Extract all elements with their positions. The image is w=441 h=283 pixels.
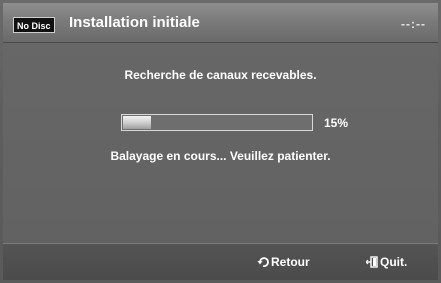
back-button[interactable]: Retour bbox=[257, 255, 310, 269]
exit-label: Quit. bbox=[380, 255, 408, 269]
page-title: Installation initiale bbox=[69, 14, 200, 31]
main-panel: Recherche de canaux recevables. 15% Bala… bbox=[3, 43, 438, 243]
progress-percent: 15% bbox=[324, 116, 349, 130]
progress-bar bbox=[121, 114, 313, 131]
tv-screen: No Disc Installation initiale --:-- Rech… bbox=[0, 0, 441, 283]
exit-button[interactable]: Quit. bbox=[366, 255, 407, 269]
progress-fill bbox=[123, 116, 151, 129]
status-message: Balayage en cours... Veuillez patienter. bbox=[110, 149, 331, 163]
source-badge: No Disc bbox=[13, 17, 55, 33]
return-icon bbox=[257, 256, 269, 268]
search-message: Recherche de canaux recevables. bbox=[124, 68, 317, 82]
back-label: Retour bbox=[271, 255, 310, 269]
exit-icon bbox=[366, 256, 378, 268]
footer-bar: Retour Quit. bbox=[3, 243, 438, 280]
title-bar: No Disc Installation initiale --:-- bbox=[3, 3, 438, 43]
clock: --:-- bbox=[401, 17, 426, 31]
